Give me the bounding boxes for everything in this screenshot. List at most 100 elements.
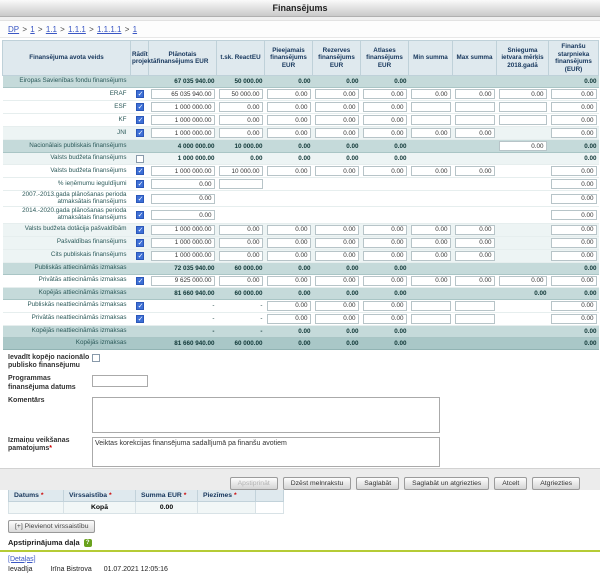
amount-input[interactable] [151, 225, 215, 235]
amount-input[interactable] [363, 102, 407, 112]
amount-input[interactable] [267, 128, 311, 138]
breadcrumb-link[interactable]: 1.1.1.1 [97, 25, 121, 34]
amount-input[interactable] [267, 225, 311, 235]
amount-input[interactable] [551, 225, 597, 235]
show-in-project-checkbox[interactable] [136, 277, 144, 285]
breadcrumb-link[interactable]: 1 [133, 25, 137, 34]
amount-input[interactable] [363, 128, 407, 138]
amount-input[interactable] [411, 301, 451, 311]
amount-input[interactable] [267, 102, 311, 112]
amount-input[interactable] [411, 115, 451, 125]
amount-input[interactable] [455, 314, 495, 324]
amount-input[interactable] [267, 251, 311, 261]
amount-input[interactable] [219, 238, 263, 248]
cancel-button[interactable]: Atcelt [494, 477, 527, 490]
amount-input[interactable] [551, 166, 597, 176]
amount-input[interactable] [151, 210, 215, 220]
amount-input[interactable] [315, 276, 359, 286]
amount-input[interactable] [455, 102, 495, 112]
amount-input[interactable] [411, 225, 451, 235]
show-in-project-checkbox[interactable] [136, 129, 144, 137]
show-in-project-checkbox[interactable] [136, 239, 144, 247]
amount-input[interactable] [411, 128, 451, 138]
amount-input[interactable] [551, 301, 597, 311]
help-icon[interactable]: ? [84, 539, 92, 547]
amount-input[interactable] [363, 301, 407, 311]
amount-input[interactable] [499, 102, 547, 112]
amount-input[interactable] [315, 251, 359, 261]
amount-input[interactable] [151, 179, 215, 189]
amount-input[interactable] [363, 238, 407, 248]
show-in-project-checkbox[interactable] [136, 211, 144, 219]
amount-input[interactable] [267, 301, 311, 311]
show-in-project-checkbox[interactable] [136, 167, 144, 175]
amount-input[interactable] [151, 276, 215, 286]
amount-input[interactable] [411, 251, 451, 261]
breadcrumb-link[interactable]: 1.1 [46, 25, 57, 34]
breadcrumb-link[interactable]: DP [8, 25, 19, 34]
amount-input[interactable] [267, 89, 311, 99]
amount-input[interactable] [551, 314, 597, 324]
amount-input[interactable] [151, 115, 215, 125]
amount-input[interactable] [315, 102, 359, 112]
amount-input[interactable] [363, 225, 407, 235]
amount-input[interactable] [411, 314, 451, 324]
amount-input[interactable] [151, 89, 215, 99]
amount-input[interactable] [363, 89, 407, 99]
comment-textarea[interactable] [92, 397, 440, 433]
amount-input[interactable] [455, 128, 495, 138]
amount-input[interactable] [219, 102, 263, 112]
amount-input[interactable] [363, 276, 407, 286]
amount-input[interactable] [551, 115, 597, 125]
amount-input[interactable] [455, 238, 495, 248]
amount-input[interactable] [551, 89, 597, 99]
amount-input[interactable] [455, 115, 495, 125]
amount-input[interactable] [411, 276, 451, 286]
amount-input[interactable] [219, 276, 263, 286]
amount-input[interactable] [315, 115, 359, 125]
amount-input[interactable] [315, 238, 359, 248]
show-in-project-checkbox[interactable] [136, 315, 144, 323]
amount-input[interactable] [315, 225, 359, 235]
amount-input[interactable] [219, 166, 263, 176]
show-in-project-checkbox[interactable] [136, 90, 144, 98]
add-overcommitment-button[interactable]: [+] Pievienot virssaistību [8, 520, 95, 533]
amount-input[interactable] [315, 314, 359, 324]
amount-input[interactable] [499, 89, 547, 99]
amount-input[interactable] [551, 179, 597, 189]
amount-input[interactable] [363, 166, 407, 176]
amount-input[interactable] [151, 194, 215, 204]
amount-input[interactable] [267, 276, 311, 286]
amount-input[interactable] [219, 89, 263, 99]
amount-input[interactable] [219, 128, 263, 138]
amount-input[interactable] [219, 115, 263, 125]
amount-input[interactable] [363, 314, 407, 324]
amount-input[interactable] [219, 251, 263, 261]
return-button[interactable]: Atgriezties [532, 477, 580, 490]
delete-draft-button[interactable]: Dzēst melnrakstu [283, 477, 352, 490]
show-in-project-checkbox[interactable] [136, 252, 144, 260]
save-button[interactable]: Saglabāt [356, 477, 399, 490]
breadcrumb-link[interactable]: 1.1.1 [68, 25, 86, 34]
amount-input[interactable] [455, 89, 495, 99]
amount-input[interactable] [315, 301, 359, 311]
show-in-project-checkbox[interactable] [136, 195, 144, 203]
breadcrumb-link[interactable]: 1 [30, 25, 34, 34]
amount-input[interactable] [151, 166, 215, 176]
amount-input[interactable] [455, 166, 495, 176]
amount-input[interactable] [499, 115, 547, 125]
show-in-project-checkbox[interactable] [136, 103, 144, 111]
amount-input[interactable] [267, 314, 311, 324]
amount-input[interactable] [315, 89, 359, 99]
amount-input[interactable] [551, 210, 597, 220]
details-link[interactable]: [Detaļas] [8, 556, 36, 563]
enter-total-national-checkbox[interactable] [92, 354, 100, 362]
amount-input[interactable] [267, 166, 311, 176]
show-in-project-checkbox[interactable] [136, 155, 144, 163]
amount-input[interactable] [551, 194, 597, 204]
amount-input[interactable] [151, 102, 215, 112]
show-in-project-checkbox[interactable] [136, 180, 144, 188]
amount-input[interactable] [411, 238, 451, 248]
show-in-project-checkbox[interactable] [136, 302, 144, 310]
show-in-project-checkbox[interactable] [136, 116, 144, 124]
